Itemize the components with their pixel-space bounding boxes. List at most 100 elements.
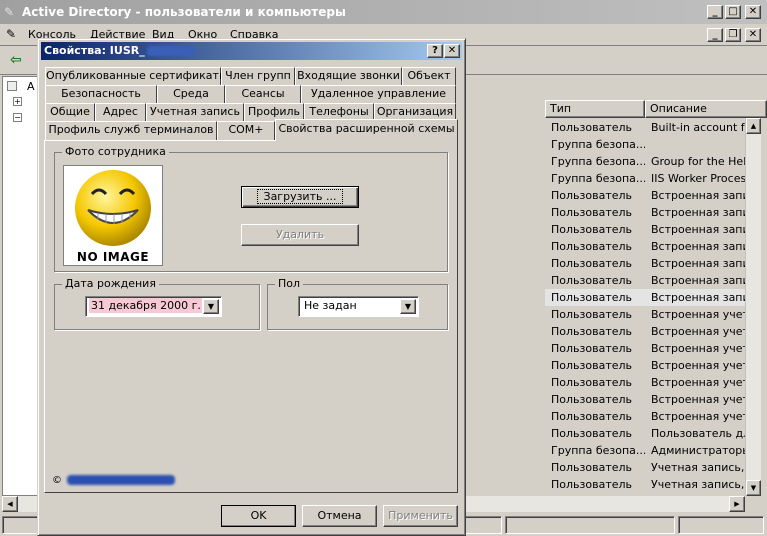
row-description: Встроенная запись <box>651 257 745 270</box>
table-row[interactable]: Пользователь Built-in account for <box>545 119 745 136</box>
table-row[interactable]: Пользователь Встроенная запись <box>545 187 745 204</box>
table-row[interactable]: Пользователь Встроенная запись <box>545 204 745 221</box>
sex-select-value: Не задан <box>304 299 357 312</box>
tab-security[interactable]: Безопасность <box>45 85 157 103</box>
delete-photo-button[interactable]: Удалить <box>241 224 359 246</box>
minimize-button[interactable]: _ <box>707 5 723 19</box>
table-row[interactable]: Пользователь Встроенная учетна <box>545 340 745 357</box>
apply-button[interactable]: Применить <box>383 505 458 527</box>
tree-root-label[interactable]: A <box>27 80 35 93</box>
ok-button[interactable]: OK <box>221 505 296 527</box>
row-description: Встроенная запись <box>651 291 745 304</box>
row-description: Встроенная запись <box>651 206 745 219</box>
row-type: Пользователь <box>551 393 633 406</box>
tab-terminal-services-profile[interactable]: Профиль служб терминалов <box>45 121 217 140</box>
row-description: Встроенная запись <box>651 274 745 287</box>
tab-com-plus[interactable]: COM+ <box>217 121 275 140</box>
table-row[interactable]: Пользователь Встроенная запись <box>545 238 745 255</box>
row-type: Пользователь <box>551 342 633 355</box>
redacted-username <box>146 46 195 56</box>
tab-extended-schema-properties[interactable]: Свойства расширенной схемы <box>275 119 458 141</box>
table-row[interactable]: Пользователь Встроенная учетна <box>545 408 745 425</box>
row-type: Пользователь <box>551 223 633 236</box>
child-minimize-button[interactable]: _ <box>707 28 723 42</box>
dialog-titlebar: Свойства: IUSR_ ? ✕ <box>41 42 462 60</box>
tab-panel: Фото сотрудника NO IMAGE Загрузить ... У… <box>44 140 458 493</box>
load-photo-button[interactable]: Загрузить ... <box>241 186 359 208</box>
row-description: Group for the Help a <box>651 155 745 168</box>
table-row[interactable]: Пользователь Встроенная учетна <box>545 374 745 391</box>
tab-object[interactable]: Объект <box>402 67 456 85</box>
photo-group: Фото сотрудника NO IMAGE Загрузить ... У… <box>54 145 448 272</box>
scroll-right-button[interactable]: ▶ <box>729 496 745 512</box>
row-type: Пользователь <box>551 257 633 270</box>
row-description: Встроенная учетна <box>651 393 745 406</box>
employee-photo: NO IMAGE <box>63 165 163 266</box>
table-row[interactable]: Пользователь Учетная запись, п <box>545 476 745 493</box>
birth-date-picker[interactable]: 31 декабря 2000 г. ▼ <box>85 296 222 317</box>
tab-environment[interactable]: Среда <box>157 85 225 103</box>
table-row[interactable]: Пользователь Встроенная учетна <box>545 357 745 374</box>
row-description: Встроенная учетна <box>651 359 745 372</box>
sex-group: Пол Не задан ▼ <box>267 277 448 330</box>
table-row[interactable]: Пользователь Встроенная запись <box>545 221 745 238</box>
help-button[interactable]: ? <box>427 44 443 58</box>
table-row[interactable]: Пользователь Встроенная учетна <box>545 306 745 323</box>
table-row[interactable]: Пользователь Встроенная запись <box>545 255 745 272</box>
row-type: Группа безопа... <box>551 138 645 151</box>
table-row[interactable]: Группа безопа... <box>545 136 745 153</box>
sex-select[interactable]: Не задан ▼ <box>298 296 419 317</box>
tree-collapse-icon[interactable]: − <box>13 113 22 122</box>
close-window-button[interactable]: ✕ <box>745 5 761 19</box>
birth-date-group: Дата рождения 31 декабря 2000 г. ▼ <box>54 277 260 330</box>
scroll-left-button[interactable]: ◀ <box>2 496 18 512</box>
table-row[interactable]: Пользователь Встроенная учетна <box>545 391 745 408</box>
main-window-titlebar: ✎ Active Directory - пользователи и комп… <box>0 0 767 24</box>
table-row[interactable]: Пользователь Встроенная запись <box>545 272 745 289</box>
table-row[interactable]: Пользователь Пользователь для <box>545 425 745 442</box>
tree-expand-icon[interactable]: + <box>13 97 22 106</box>
row-type: Группа безопа... <box>551 444 645 457</box>
table-row[interactable]: Группа безопа... Администраторы д <box>545 442 745 459</box>
row-type: Пользователь <box>551 427 633 440</box>
row-description: Встроенная учетна <box>651 325 745 338</box>
tab-member-of[interactable]: Член групп <box>221 67 295 85</box>
tab-general[interactable]: Общие <box>45 103 95 121</box>
table-row[interactable]: Пользователь Учетная запись, п <box>545 459 745 476</box>
tab-dial-in[interactable]: Входящие звонки <box>295 67 402 85</box>
table-row[interactable]: Группа безопа... Group for the Help a <box>545 153 745 170</box>
row-description: Встроенная учетна <box>651 410 745 423</box>
console-tree[interactable]: A + − <box>2 76 42 496</box>
tab-sessions[interactable]: Сеансы <box>225 85 301 103</box>
cancel-button[interactable]: Отмена <box>302 505 377 527</box>
row-description: Пользователь для <box>651 427 745 440</box>
table-row[interactable]: Пользователь Встроенная запись <box>545 289 745 306</box>
row-description: Учетная запись, п <box>651 478 745 491</box>
dialog-close-button[interactable]: ✕ <box>444 44 460 58</box>
table-row[interactable]: Группа безопа... IIS Worker Process <box>545 170 745 187</box>
copyright-symbol: © <box>52 475 62 486</box>
column-header-description[interactable]: Описание <box>645 100 767 118</box>
dialog-title: Свойства: IUSR_ <box>44 44 145 57</box>
child-restore-button[interactable]: ❐ <box>725 28 741 42</box>
load-photo-button-label: Загрузить ... <box>256 189 344 204</box>
properties-dialog: Свойства: IUSR_ ? ✕ Опубликованные серти… <box>37 38 466 536</box>
tab-published-certificates[interactable]: Опубликованные сертификаты <box>45 67 228 85</box>
row-description: Учетная запись, п <box>651 461 745 474</box>
tab-address[interactable]: Адрес <box>95 103 146 121</box>
scroll-down-button[interactable]: ▼ <box>746 480 761 496</box>
tab-remote-control[interactable]: Удаленное управление <box>301 85 456 103</box>
table-row[interactable]: Пользователь Встроенная учетна <box>545 323 745 340</box>
list-vertical-scrollbar[interactable]: ▲ ▼ <box>745 118 761 496</box>
sex-dropdown-icon[interactable]: ▼ <box>400 299 416 314</box>
row-description: Встроенная учетна <box>651 342 745 355</box>
row-description: Администраторы д <box>651 444 745 457</box>
scroll-up-button[interactable]: ▲ <box>746 118 761 134</box>
tab-account[interactable]: Учетная запись <box>146 103 244 121</box>
row-type: Пользователь <box>551 461 633 474</box>
birth-date-dropdown-icon[interactable]: ▼ <box>203 299 219 314</box>
child-close-button[interactable]: ✕ <box>745 28 761 42</box>
maximize-button[interactable]: □ <box>725 5 741 19</box>
column-header-type[interactable]: Тип <box>545 100 645 118</box>
back-arrow-icon[interactable]: ⇦ <box>10 52 22 68</box>
